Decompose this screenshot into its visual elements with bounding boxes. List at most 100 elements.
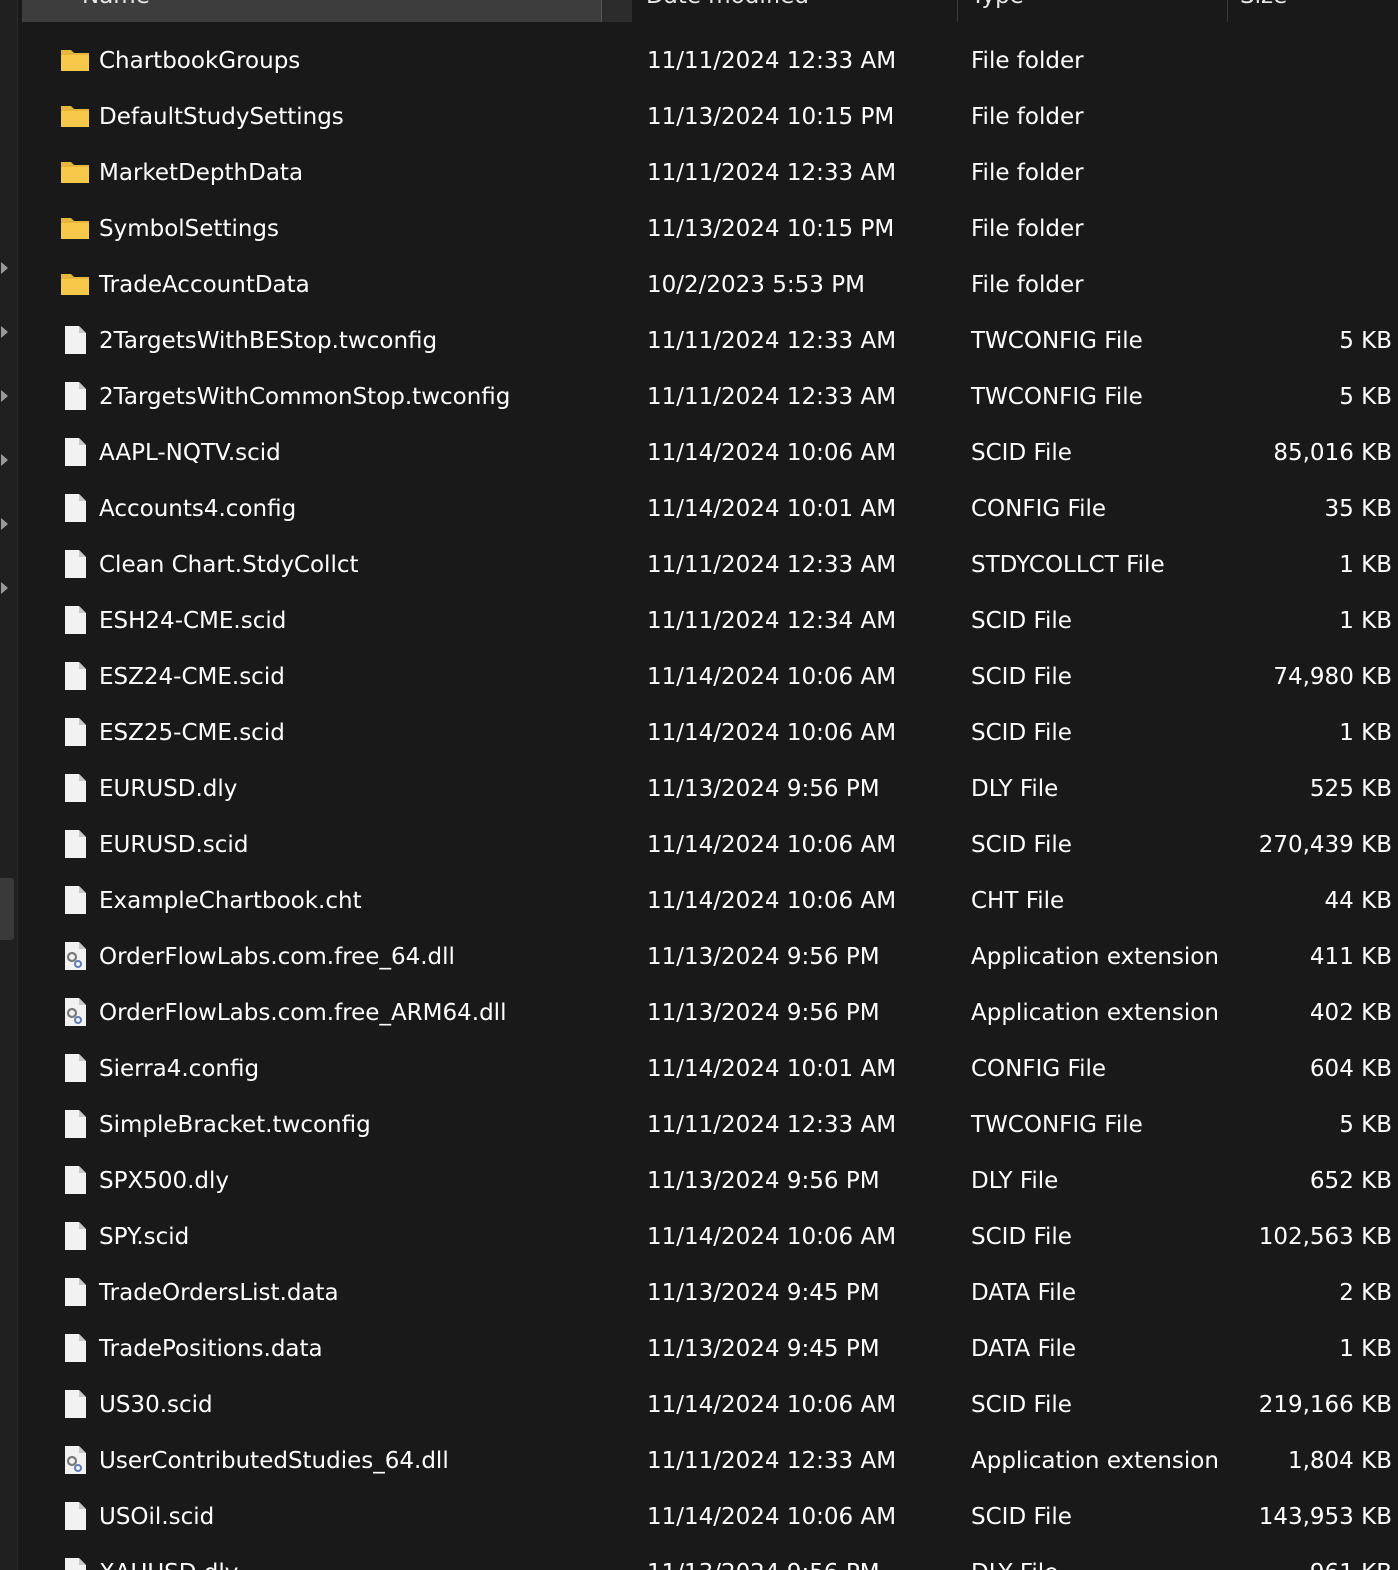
file-row[interactable]: Sierra4.config 11/14/2024 10:01 AM CONFIG … (22, 1041, 1398, 1097)
file-row[interactable]: OrderFlowLabs.com.free_ARM64.dll 11/13/20… (22, 985, 1398, 1041)
file-date-modified: 11/13/2024 9:56 PM (647, 1168, 880, 1194)
file-row[interactable]: USOil.scid 11/14/2024 10:06 AM SCID File 14… (22, 1489, 1398, 1545)
nav-scrollbar-thumb[interactable] (0, 878, 14, 940)
column-header-name-divider[interactable] (602, 0, 632, 22)
chevron-right-icon[interactable] (1, 518, 8, 530)
file-icon (60, 437, 90, 467)
file-row[interactable]: ESH24-CME.scid 11/11/2024 12:34 AM SCID Fi… (22, 593, 1398, 649)
file-row[interactable]: SPY.scid 11/14/2024 10:06 AM SCID File 102,… (22, 1209, 1398, 1265)
file-name: MarketDepthData (99, 160, 304, 186)
file-name: TradePositions.data (99, 1336, 323, 1362)
file-row[interactable]: TradeAccountData 10/2/2023 5:53 PM File fo… (22, 257, 1398, 313)
file-size: 143,953 KB (1258, 1504, 1392, 1530)
file-size: 652 KB (1309, 1168, 1392, 1194)
file-row[interactable]: SPX500.dly 11/13/2024 9:56 PM DLY File 652 … (22, 1153, 1398, 1209)
file-row[interactable]: EURUSD.scid 11/14/2024 10:06 AM SCID File 2… (22, 817, 1398, 873)
file-row[interactable]: TradePositions.data 11/13/2024 9:45 PM DAT… (22, 1321, 1398, 1377)
file-date-modified: 11/13/2024 9:56 PM (647, 1545, 880, 1570)
file-row[interactable]: 2TargetsWithCommonStop.twconfig 11/11/202… (22, 369, 1398, 425)
file-type: File folder (971, 272, 1084, 298)
file-type: SCID File (971, 440, 1072, 466)
file-size: 35 KB (1324, 496, 1392, 522)
file-row[interactable]: ChartbookGroups 11/11/2024 12:33 AM File f… (22, 33, 1398, 89)
dll-icon (60, 1445, 90, 1475)
file-icon (60, 1221, 90, 1251)
file-row[interactable]: US30.scid 11/14/2024 10:06 AM SCID File 219… (22, 1377, 1398, 1433)
file-size: 85,016 KB (1273, 440, 1392, 466)
file-name: ESH24-CME.scid (99, 608, 287, 634)
file-date-modified: 11/13/2024 9:45 PM (647, 1336, 880, 1362)
file-row[interactable]: 2TargetsWithBEStop.twconfig 11/11/2024 12… (22, 313, 1398, 369)
column-header-name[interactable]: Name (22, 0, 602, 22)
file-date-modified: 11/14/2024 10:06 AM (647, 1224, 897, 1250)
file-name: ESZ25-CME.scid (99, 720, 285, 746)
column-header: Name Date modified Type Size (22, 0, 1398, 22)
file-row[interactable]: UserContributedStudies_64.dll 11/11/2024 … (22, 1433, 1398, 1489)
file-row[interactable]: Accounts4.config 11/14/2024 10:01 AM CONFI… (22, 481, 1398, 537)
file-size: 604 KB (1309, 1056, 1392, 1082)
file-size: 1 KB (1339, 720, 1392, 746)
file-type: File folder (971, 48, 1084, 74)
file-row[interactable]: AAPL-NQTV.scid 11/14/2024 10:06 AM SCID Fi… (22, 425, 1398, 481)
file-row[interactable]: TradeOrdersList.data 11/13/2024 9:45 PM DA… (22, 1265, 1398, 1321)
file-name: AAPL-NQTV.scid (99, 440, 281, 466)
column-header-size[interactable]: Size (1228, 0, 1398, 22)
file-row[interactable]: ExampleChartbook.cht 11/14/2024 10:06 AM C… (22, 873, 1398, 929)
file-type: Application extension (971, 1448, 1219, 1474)
file-date-modified: 11/11/2024 12:33 AM (647, 552, 897, 578)
file-date-modified: 11/13/2024 10:15 PM (647, 104, 895, 130)
file-name: Accounts4.config (99, 496, 297, 522)
file-row[interactable]: DefaultStudySettings 11/13/2024 10:15 PM F… (22, 89, 1398, 145)
file-date-modified: 11/14/2024 10:06 AM (647, 664, 897, 690)
file-type: DATA File (971, 1336, 1077, 1362)
file-size: 5 KB (1339, 328, 1392, 354)
file-row[interactable]: ESZ25-CME.scid 11/14/2024 10:06 AM SCID Fi… (22, 705, 1398, 761)
file-name: 2TargetsWithBEStop.twconfig (99, 328, 438, 354)
file-type: File folder (971, 160, 1084, 186)
file-date-modified: 11/14/2024 10:06 AM (647, 888, 897, 914)
file-name: EURUSD.dly (99, 776, 238, 802)
column-header-date[interactable]: Date modified (634, 0, 958, 22)
file-row[interactable]: ESZ24-CME.scid 11/14/2024 10:06 AM SCID Fi… (22, 649, 1398, 705)
file-name: US30.scid (99, 1392, 213, 1418)
file-name: SPX500.dly (99, 1168, 230, 1194)
file-date-modified: 11/11/2024 12:34 AM (647, 608, 897, 634)
file-row[interactable]: XAUUSD.dly 11/13/2024 9:56 PM DLY File 961 … (22, 1545, 1398, 1570)
folder-icon (60, 45, 90, 75)
file-type: CONFIG File (971, 496, 1107, 522)
file-name: UserContributedStudies_64.dll (99, 1448, 449, 1474)
file-icon (60, 829, 90, 859)
file-row[interactable]: EURUSD.dly 11/13/2024 9:56 PM DLY File 525 … (22, 761, 1398, 817)
file-type: Application extension (971, 944, 1219, 970)
file-type: SCID File (971, 720, 1072, 746)
file-name: Sierra4.config (99, 1056, 260, 1082)
chevron-right-icon[interactable] (1, 262, 8, 274)
file-size: 525 KB (1309, 776, 1392, 802)
chevron-right-icon[interactable] (1, 390, 8, 402)
file-name: Clean Chart.StdyCollct (99, 552, 359, 578)
chevron-right-icon[interactable] (1, 326, 8, 338)
file-list: ChartbookGroups 11/11/2024 12:33 AM File f… (22, 33, 1398, 1570)
file-type: SCID File (971, 832, 1072, 858)
navigation-pane[interactable] (0, 0, 18, 1570)
file-row[interactable]: Clean Chart.StdyCollct 11/11/2024 12:33 A… (22, 537, 1398, 593)
file-type: SCID File (971, 1392, 1072, 1418)
file-row[interactable]: SimpleBracket.twconfig 11/11/2024 12:33 A… (22, 1097, 1398, 1153)
file-row[interactable]: SymbolSettings 11/13/2024 10:15 PM File fo… (22, 201, 1398, 257)
file-type: SCID File (971, 1224, 1072, 1250)
file-icon (60, 325, 90, 355)
file-type: TWCONFIG File (971, 384, 1143, 410)
file-name: ExampleChartbook.cht (99, 888, 362, 914)
file-size: 961 KB (1310, 1545, 1392, 1570)
file-size: 270,439 KB (1258, 832, 1392, 858)
column-header-type[interactable]: Type (958, 0, 1228, 22)
chevron-right-icon[interactable] (1, 454, 8, 466)
file-icon (60, 1389, 90, 1419)
file-row[interactable]: MarketDepthData 11/11/2024 12:33 AM File f… (22, 145, 1398, 201)
file-explorer-window: Name Date modified Type Size ChartbookGr… (0, 0, 1398, 1570)
file-row[interactable]: OrderFlowLabs.com.free_64.dll 11/13/2024 … (22, 929, 1398, 985)
chevron-right-icon[interactable] (1, 582, 8, 594)
file-date-modified: 11/13/2024 10:15 PM (647, 216, 895, 242)
file-type: SCID File (971, 1504, 1072, 1530)
file-icon (60, 1557, 90, 1570)
